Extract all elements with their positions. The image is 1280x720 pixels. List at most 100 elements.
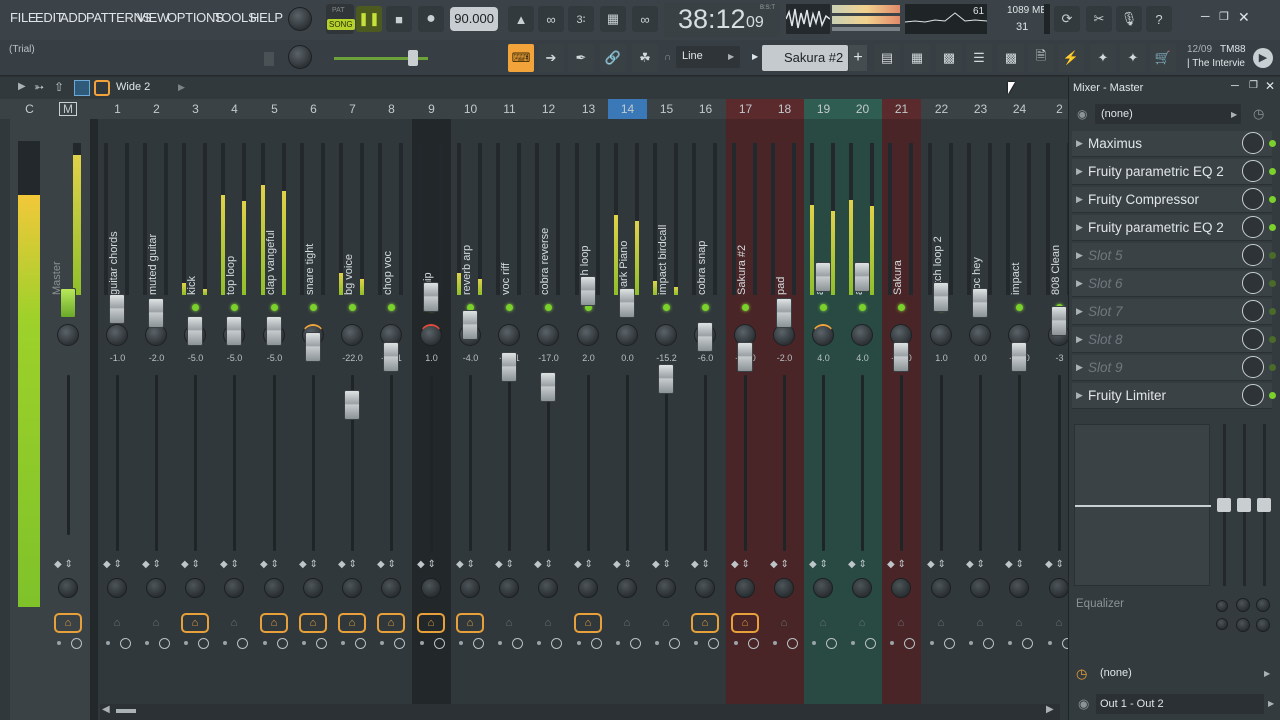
stereo-separation-icon[interactable]: ◆ ⇕ (652, 559, 671, 570)
swap-dot[interactable] (459, 641, 463, 645)
latency-clock-icon[interactable] (1022, 638, 1033, 649)
stereo-separation-icon[interactable]: ◆ ⇕ (574, 559, 593, 570)
pan-knob[interactable] (655, 324, 677, 346)
stereo-knob[interactable] (735, 578, 755, 598)
mixer-menu-arrow-icon[interactable]: ▶ (18, 81, 26, 92)
fx-slot[interactable]: ▶ Maximus (1072, 131, 1276, 157)
mixer-view-wide-button[interactable] (94, 80, 110, 96)
slot-arrow-icon[interactable]: ▶ (1076, 194, 1083, 205)
strip-name[interactable]: reverb arp (461, 245, 473, 295)
mixer-strip[interactable]: 24impact-10.0◆ ⇕⌂ (1000, 99, 1039, 720)
strip-name[interactable]: guitar chords (108, 231, 120, 295)
swap-dot[interactable] (537, 641, 541, 645)
mixer-strip[interactable]: 7 bg voice -22.0 ◆ ⇕ ⌂ (333, 99, 372, 720)
stereo-knob[interactable] (58, 578, 78, 598)
menu-help[interactable]: HELP (250, 10, 283, 25)
link-button[interactable]: 🔗 (600, 44, 626, 72)
scroll-thumb[interactable] (116, 709, 136, 713)
pan-knob[interactable] (106, 324, 128, 346)
stereo-knob[interactable] (185, 578, 205, 598)
slot-arrow-icon[interactable]: ▶ (1076, 306, 1083, 317)
strip-enable-led[interactable] (349, 304, 356, 311)
news-panel[interactable]: 12/09 TM88 | The Intervie (1185, 44, 1247, 74)
cut-tool-button[interactable]: ✂ (1086, 6, 1112, 32)
stamp-button[interactable]: ☘ (632, 44, 658, 72)
stereo-separation-icon[interactable]: ◆ ⇕ (887, 559, 906, 570)
mixer-strip[interactable]: 9Chip1.0◆ ⇕⌂ (412, 99, 451, 720)
mixer-strip[interactable]: 19arp4.0◆ ⇕⌂ (804, 99, 843, 720)
eq-graph[interactable] (1074, 424, 1211, 586)
pan-knob[interactable] (537, 324, 559, 346)
volume-fader[interactable] (1051, 306, 1067, 336)
swap-dot[interactable] (577, 641, 581, 645)
news-play-button[interactable]: ▶ (1253, 48, 1273, 68)
stereo-knob[interactable] (578, 578, 598, 598)
strip-enable-led[interactable] (702, 304, 709, 311)
strip-enable-led[interactable] (388, 304, 395, 311)
route-lock-icon[interactable]: ⌂ (495, 613, 523, 633)
mixer-strip[interactable]: 17Sakura #2-10.0◆ ⇕⌂ (726, 99, 765, 720)
strip-enable-led[interactable] (742, 304, 749, 311)
mixer-strip[interactable]: 3 kick -5.0 ◆ ⇕ ⌂ (176, 99, 215, 720)
route-lock-icon[interactable]: ⌂ (534, 613, 562, 633)
stereo-knob[interactable] (303, 578, 323, 598)
volume-fader[interactable] (109, 294, 125, 324)
route-lock-icon[interactable]: ⌂ (613, 613, 641, 633)
volume-fader[interactable] (580, 276, 596, 306)
eq-knob-4[interactable] (1216, 618, 1228, 630)
stereo-knob[interactable] (1009, 578, 1029, 598)
route-lock-icon[interactable]: ⌂ (181, 613, 209, 633)
latency-clock-icon[interactable] (159, 638, 170, 649)
slot-enable-led[interactable] (1269, 252, 1276, 259)
stereo-separation-icon[interactable]: ◆ ⇕ (534, 559, 553, 570)
stereo-knob[interactable] (342, 578, 362, 598)
stereo-knob[interactable] (617, 578, 637, 598)
latency-clock-icon[interactable] (826, 638, 837, 649)
latency-clock-icon[interactable] (198, 638, 209, 649)
mixer-strip[interactable]: 16 cobra snap -6.0 ◆ ⇕ ⌂ (686, 99, 725, 720)
latency-clock-icon[interactable] (630, 638, 641, 649)
mixer-strip[interactable]: 2 muted guitar -2.0 ◆ ⇕ ⌂ (137, 99, 176, 720)
eq-knob-2[interactable] (1236, 598, 1250, 612)
latency-clock-icon[interactable] (277, 638, 288, 649)
metronome-button[interactable]: ▲ (508, 6, 534, 32)
mixer-strip[interactable]: 6snare tight-8.0◆ ⇕⌂ (294, 99, 333, 720)
pan-knob[interactable] (577, 324, 599, 346)
restore-window-icon[interactable]: ❐ (1219, 10, 1231, 23)
volume-fader[interactable] (1011, 342, 1027, 372)
route-lock-icon[interactable]: ⌂ (691, 613, 719, 633)
swap-dot[interactable] (890, 641, 894, 645)
strip-name[interactable]: pad (775, 277, 787, 295)
clock-icon[interactable]: ◷ (1253, 106, 1264, 122)
pan-knob[interactable] (930, 324, 952, 346)
project-picker-button[interactable]: 🗎 (1028, 44, 1054, 72)
latency-clock-icon[interactable] (237, 638, 248, 649)
stereo-knob[interactable] (891, 578, 911, 598)
stereo-knob[interactable] (931, 578, 951, 598)
latency-clock-icon[interactable] (865, 638, 876, 649)
stereo-knob[interactable] (656, 578, 676, 598)
stereo-separation-icon[interactable]: ◆ ⇕ (220, 559, 239, 570)
strip-enable-led[interactable] (506, 304, 513, 311)
add-pattern-button[interactable]: + (849, 45, 867, 71)
panel-restore-icon[interactable]: ❐ (1249, 80, 1258, 91)
slot-mix-knob[interactable] (1242, 272, 1264, 294)
strip-enable-led[interactable] (663, 304, 670, 311)
slot-enable-led[interactable] (1269, 364, 1276, 371)
latency-clock-icon[interactable] (394, 638, 405, 649)
time-display[interactable]: 38:12 09 B:S:T (664, 3, 780, 37)
volume-fader[interactable] (187, 316, 203, 346)
help-button[interactable]: ? (1146, 6, 1172, 32)
route-lock-icon[interactable]: ⌂ (927, 613, 955, 633)
strip-name[interactable]: kick (186, 276, 198, 295)
strip-enable-led[interactable] (1016, 304, 1023, 311)
playlist-button[interactable]: ▤ (874, 44, 900, 72)
slot-enable-led[interactable] (1269, 168, 1276, 175)
volume-fader[interactable] (305, 332, 321, 362)
route-lock-icon[interactable]: ⌂ (260, 613, 288, 633)
slot-arrow-icon[interactable]: ▶ (1076, 390, 1083, 401)
volume-fader[interactable] (266, 316, 282, 346)
strip-name[interactable]: impact birdcall (657, 225, 669, 295)
pan-knob[interactable] (812, 324, 834, 346)
route-lock-icon[interactable]: ⌂ (54, 613, 82, 633)
